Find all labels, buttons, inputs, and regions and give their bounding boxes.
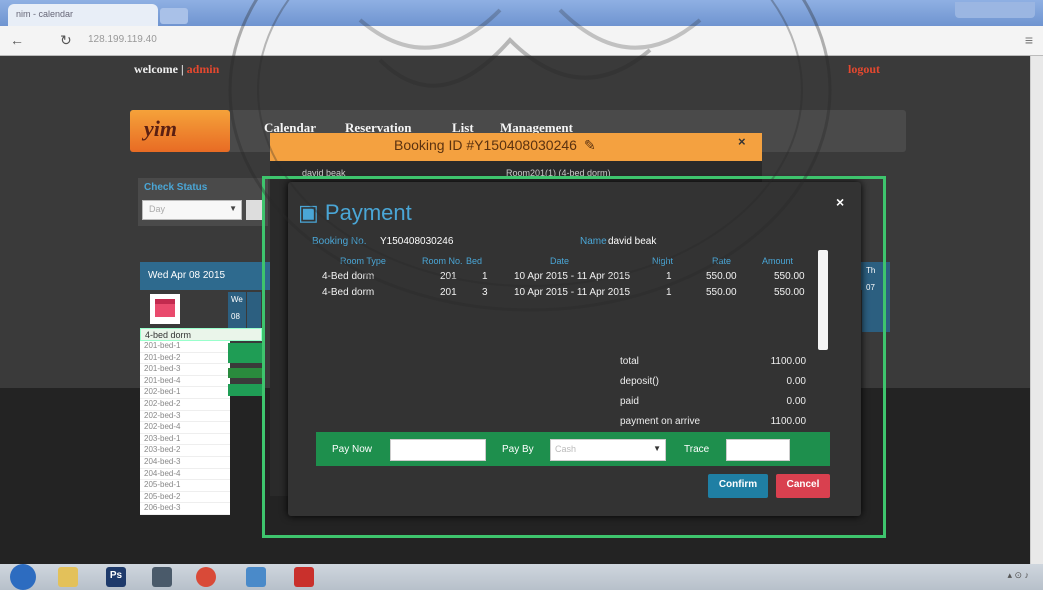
trace-input[interactable] bbox=[726, 439, 790, 461]
trace-label: Trace bbox=[684, 444, 710, 455]
watermark-seal bbox=[228, 0, 832, 312]
room-row[interactable]: 204-bed-3 bbox=[140, 456, 230, 469]
day-select-value: Day bbox=[149, 204, 166, 214]
payment-on-arrive-value: 1100.00 bbox=[770, 416, 806, 427]
confirm-button[interactable]: Confirm bbox=[708, 474, 768, 498]
room-row[interactable]: 204-bed-4 bbox=[140, 468, 230, 481]
booking-cell[interactable] bbox=[228, 343, 262, 363]
pdf-icon[interactable] bbox=[294, 567, 314, 587]
room-row[interactable]: 206-bed-3 bbox=[140, 503, 230, 515]
room-row[interactable]: 201-bed-4 bbox=[140, 375, 230, 388]
room-row[interactable]: 202-bed-4 bbox=[140, 422, 230, 434]
room-row[interactable]: 203-bed-2 bbox=[140, 445, 230, 457]
select-caret-icon: ▼ bbox=[653, 444, 661, 453]
total-label: total bbox=[620, 356, 639, 367]
cancel-button[interactable]: Cancel bbox=[776, 474, 830, 498]
screen: nim - calendar ← ↻ 128.199.119.40 ≡ welc… bbox=[0, 0, 1043, 590]
room-row[interactable]: 202-bed-1 bbox=[140, 387, 230, 399]
total-value: 1100.00 bbox=[770, 356, 806, 367]
pay-now-label: Pay Now bbox=[332, 444, 373, 455]
chrome-icon[interactable] bbox=[196, 567, 216, 587]
media-icon[interactable] bbox=[152, 567, 172, 587]
room-row[interactable]: 202-bed-2 bbox=[140, 398, 230, 411]
explorer-icon[interactable] bbox=[58, 567, 78, 587]
pay-now-input[interactable] bbox=[390, 439, 486, 461]
paid-value: 0.00 bbox=[786, 396, 806, 407]
system-tray[interactable]: ▴ ⊙ ♪ bbox=[1007, 570, 1029, 581]
room-row[interactable]: 202-bed-3 bbox=[140, 410, 230, 423]
app-icon[interactable] bbox=[246, 567, 266, 587]
photoshop-icon[interactable]: Ps bbox=[106, 567, 126, 587]
window-controls[interactable] bbox=[955, 2, 1035, 18]
pay-by-select[interactable]: Cash ▼ bbox=[550, 439, 666, 461]
room-row[interactable]: 203-bed-1 bbox=[140, 433, 230, 446]
deposit-label: deposit() bbox=[620, 376, 659, 387]
welcome-label: welcome bbox=[134, 62, 178, 76]
room-row[interactable]: 205-bed-2 bbox=[140, 491, 230, 504]
room-row[interactable]: 205-bed-1 bbox=[140, 480, 230, 492]
room-list: 201-bed-1 201-bed-2 201-bed-3 201-bed-4 … bbox=[140, 341, 230, 515]
payment-on-arrive-label: payment on arrive bbox=[620, 416, 701, 427]
room-row[interactable]: 201-bed-3 bbox=[140, 364, 230, 376]
booking-cell[interactable] bbox=[228, 368, 262, 378]
menu-icon[interactable]: ≡ bbox=[1025, 32, 1033, 48]
paid-label: paid bbox=[620, 396, 639, 407]
tab-title: nim - calendar bbox=[16, 9, 74, 19]
url-field[interactable]: 128.199.119.40 bbox=[88, 34, 157, 45]
room-row[interactable]: 201-bed-1 bbox=[140, 341, 230, 353]
pay-by-value: Cash bbox=[555, 444, 577, 454]
page-scrollbar[interactable] bbox=[1030, 56, 1043, 564]
booking-cell[interactable] bbox=[228, 384, 262, 396]
pay-by-label: Pay By bbox=[502, 444, 534, 455]
browser-tab[interactable]: nim - calendar bbox=[8, 4, 158, 26]
deposit-value: 0.00 bbox=[786, 376, 806, 387]
calendar-icon[interactable] bbox=[150, 294, 180, 324]
room-row[interactable]: 201-bed-2 bbox=[140, 352, 230, 365]
reload-icon[interactable]: ↻ bbox=[60, 32, 72, 49]
start-button[interactable] bbox=[10, 564, 36, 590]
back-icon[interactable]: ← bbox=[10, 32, 24, 48]
